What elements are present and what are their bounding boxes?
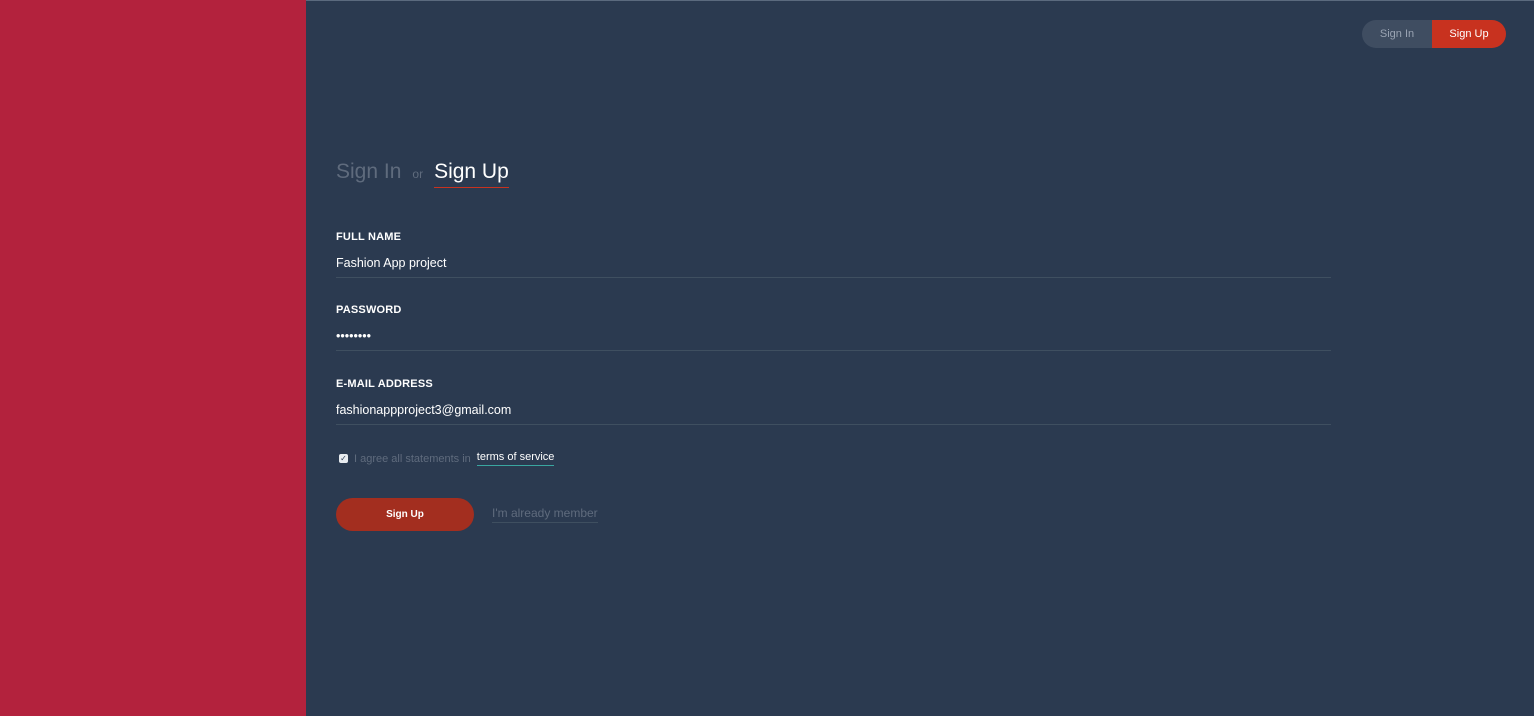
password-input[interactable] [336,323,1331,351]
full-name-input[interactable] [336,250,1331,278]
title-signup-link[interactable]: Sign Up [434,160,509,188]
top-divider [306,0,1534,1]
submit-row: Sign Up I'm already member [336,498,598,531]
title-signin-link[interactable]: Sign In [336,160,401,184]
email-field: E-MAIL ADDRESS [336,378,1331,425]
terms-agree-row: ✓ I agree all statements in terms of ser… [339,451,555,466]
signup-page: Sign In Sign Up Sign In or Sign Up FULL … [0,0,1534,716]
password-field: PASSWORD [336,304,1331,351]
full-name-label: FULL NAME [336,231,402,243]
agree-checkbox[interactable]: ✓ [339,454,348,463]
already-member-link[interactable]: I'm already member [492,506,598,523]
switch-signin-button[interactable]: Sign In [1362,20,1432,48]
terms-of-service-link[interactable]: terms of service [476,451,555,466]
agree-text: I agree all statements in [354,452,471,465]
password-label: PASSWORD [336,304,402,316]
switch-signup-button[interactable]: Sign Up [1432,20,1506,48]
full-name-field: FULL NAME [336,231,1331,278]
email-input[interactable] [336,397,1331,425]
check-icon: ✓ [340,453,347,463]
form-title-row: Sign In or Sign Up [336,160,1331,196]
left-color-panel [0,0,306,716]
title-or-text: or [412,167,424,181]
signup-submit-button[interactable]: Sign Up [336,498,474,531]
signup-form: Sign In or Sign Up FULL NAME PASSWORD E-… [336,160,1331,531]
email-label: E-MAIL ADDRESS [336,378,433,390]
auth-switcher: Sign In Sign Up [1362,20,1506,48]
